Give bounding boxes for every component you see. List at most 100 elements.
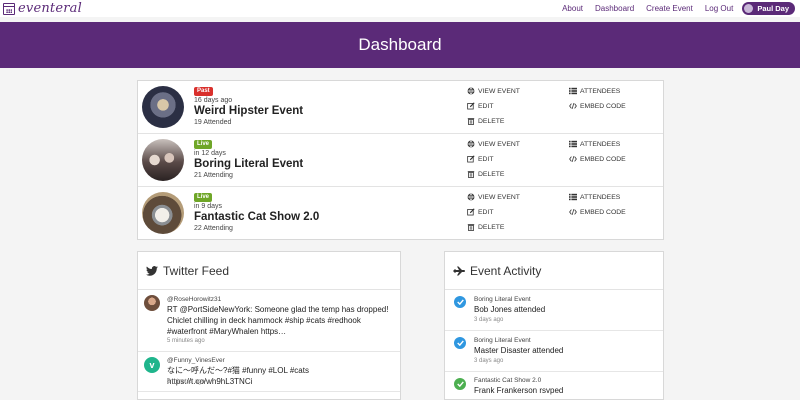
event-when: in 9 days [194, 203, 223, 210]
code-icon [569, 103, 577, 109]
attendees-label: ATTENDEES [580, 140, 621, 148]
edit-icon [467, 208, 475, 216]
trash-icon [467, 171, 475, 178]
event-when: 16 days ago [194, 97, 233, 104]
event-title[interactable]: Boring Literal Event [194, 158, 303, 170]
event-row: Live in 9 days Fantastic Cat Show 2.0 22… [138, 187, 663, 240]
event-count: 19 Attended [194, 119, 232, 126]
twitter-feed-header: Twitter Feed [138, 252, 400, 290]
globe-icon [467, 193, 475, 201]
nav-about-link[interactable]: About [562, 4, 583, 13]
tweet-item[interactable]: v @Funny_VinesEver なに～呼んだ～?#猫 #funny #LO… [138, 352, 400, 392]
tweet-handle[interactable]: @RoseHorowitz31 [167, 296, 221, 303]
delete-button[interactable]: DELETE [467, 223, 504, 231]
list-icon [569, 193, 577, 201]
status-badge: Past [194, 87, 213, 96]
page-banner: Dashboard [0, 22, 800, 68]
events-list: Past 16 days ago Weird Hipster Event 19 … [137, 80, 664, 240]
twitter-feed-panel: Twitter Feed @RoseHorowitz31 RT @PortSid… [137, 251, 401, 400]
embed-code-button[interactable]: EMBED CODE [569, 155, 626, 163]
tweet-item[interactable]: @RoseHorowitz31 RT @PortSideNewYork: Som… [138, 290, 400, 352]
view-event-label: VIEW EVENT [478, 193, 520, 201]
edit-label: EDIT [478, 102, 494, 110]
twitter-feed-title: Twitter Feed [163, 263, 230, 278]
embed-code-button[interactable]: EMBED CODE [569, 102, 626, 110]
activity-event-name[interactable]: Boring Literal Event [474, 296, 531, 303]
edit-label: EDIT [478, 208, 494, 216]
activity-item[interactable]: Boring Literal Event Bob Jones attended … [445, 290, 663, 331]
event-row: Live in 12 days Boring Literal Event 21 … [138, 134, 663, 187]
user-name: Paul Day [757, 4, 789, 13]
delete-button[interactable]: DELETE [467, 117, 504, 125]
event-when: in 12 days [194, 150, 226, 157]
event-title[interactable]: Fantastic Cat Show 2.0 [194, 211, 319, 223]
trash-icon [467, 118, 475, 125]
event-thumbnail[interactable] [142, 86, 184, 128]
event-thumbnail[interactable] [142, 139, 184, 181]
delete-label: DELETE [478, 170, 505, 178]
code-icon [569, 209, 577, 215]
check-icon [454, 378, 466, 390]
attendees-button[interactable]: ATTENDEES [569, 140, 620, 148]
attendees-button[interactable]: ATTENDEES [569, 193, 620, 201]
check-icon [454, 296, 466, 308]
event-row: Past 16 days ago Weird Hipster Event 19 … [138, 81, 663, 134]
activity-item[interactable]: Boring Literal Event Master Disaster att… [445, 331, 663, 372]
tweet-avatar [144, 295, 160, 311]
user-avatar [744, 4, 754, 13]
nav-links: About Dashboard Create Event Log Out Pau… [550, 1, 795, 16]
edit-button[interactable]: EDIT [467, 208, 493, 216]
status-badge: Live [194, 193, 213, 202]
activity-event-name[interactable]: Boring Literal Event [474, 337, 531, 344]
attendees-button[interactable]: ATTENDEES [569, 87, 620, 95]
user-menu-button[interactable]: Paul Day [742, 2, 795, 15]
list-icon [569, 87, 577, 95]
delete-label: DELETE [478, 117, 505, 125]
activity-description: Frank Frankerson rsvped [474, 386, 564, 395]
edit-button[interactable]: EDIT [467, 155, 493, 163]
edit-label: EDIT [478, 155, 494, 163]
calendar-icon [3, 2, 15, 15]
activity-item[interactable]: Fantastic Cat Show 2.0 Frank Frankerson … [445, 372, 663, 399]
embed-code-label: EMBED CODE [580, 208, 626, 216]
activity-event-name[interactable]: Fantastic Cat Show 2.0 [474, 377, 541, 384]
event-activity-header: Event Activity [445, 252, 663, 290]
brand-name: eventeral [18, 1, 82, 16]
embed-code-label: EMBED CODE [580, 155, 626, 163]
nav-log-out-link[interactable]: Log Out [705, 4, 733, 13]
activity-time: 3 days ago [474, 358, 504, 364]
plane-icon [453, 266, 465, 275]
tweet-handle[interactable]: @Funny_VinesEver [167, 357, 225, 364]
globe-icon [467, 140, 475, 148]
edit-button[interactable]: EDIT [467, 102, 493, 110]
brand-logo[interactable]: eventeral [3, 0, 82, 17]
list-icon [569, 140, 577, 148]
embed-code-button[interactable]: EMBED CODE [569, 208, 626, 216]
attendees-label: ATTENDEES [580, 87, 621, 95]
view-event-button[interactable]: VIEW EVENT [467, 193, 520, 201]
view-event-button[interactable]: VIEW EVENT [467, 140, 520, 148]
nav-dashboard-link[interactable]: Dashboard [595, 4, 634, 13]
delete-button[interactable]: DELETE [467, 170, 504, 178]
tweet-text: RT @PortSideNewYork: Someone glad the te… [167, 305, 389, 336]
view-event-label: VIEW EVENT [478, 140, 520, 148]
edit-icon [467, 155, 475, 163]
event-count: 21 Attending [194, 172, 233, 179]
trash-icon [467, 224, 475, 231]
twitter-icon [146, 265, 158, 276]
event-thumbnail[interactable] [142, 192, 184, 234]
tweet-time: 5 minutes ago [167, 338, 205, 344]
activity-description: Master Disaster attended [474, 346, 564, 355]
attendees-label: ATTENDEES [580, 193, 621, 201]
view-event-label: VIEW EVENT [478, 87, 520, 95]
status-badge: Live [194, 140, 213, 149]
top-nav: eventeral About Dashboard Create Event L… [0, 0, 800, 17]
nav-create-event-link[interactable]: Create Event [646, 4, 693, 13]
page-title: Dashboard [358, 35, 442, 54]
delete-label: DELETE [478, 223, 505, 231]
embed-code-label: EMBED CODE [580, 102, 626, 110]
view-event-button[interactable]: VIEW EVENT [467, 87, 520, 95]
activity-description: Bob Jones attended [474, 305, 546, 314]
tweet-time: 5 minutes ago [167, 379, 205, 385]
event-title[interactable]: Weird Hipster Event [194, 105, 303, 117]
